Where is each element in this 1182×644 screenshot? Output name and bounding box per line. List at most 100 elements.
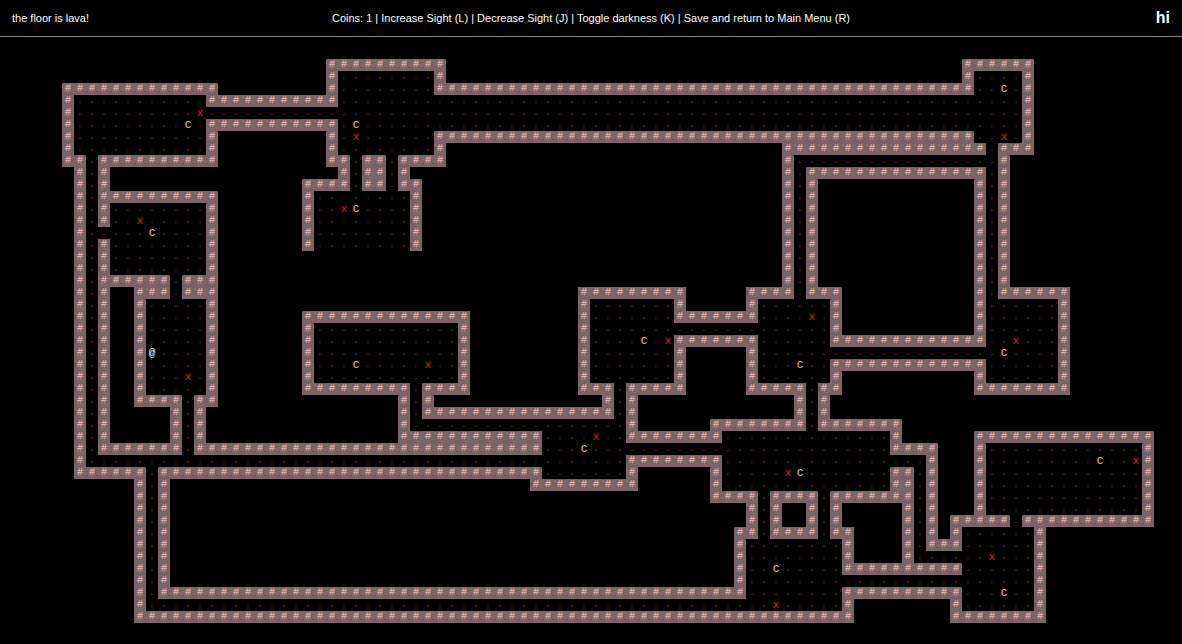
void-tile — [518, 335, 530, 347]
wall-tile: # — [158, 191, 170, 203]
floor-tile: . — [890, 107, 902, 119]
void-tile — [506, 59, 518, 71]
void-tile — [698, 275, 710, 287]
wall-tile: # — [206, 143, 218, 155]
floor-tile: . — [338, 335, 350, 347]
void-tile — [542, 179, 554, 191]
void-tile — [194, 179, 206, 191]
wall-tile: # — [974, 203, 986, 215]
wall-tile: # — [770, 83, 782, 95]
void-tile — [842, 239, 854, 251]
floor-tile: . — [374, 191, 386, 203]
void-tile — [482, 227, 494, 239]
void-tile — [674, 191, 686, 203]
wall-tile: # — [746, 335, 758, 347]
wall-tile: # — [830, 323, 842, 335]
wall-tile: # — [410, 155, 422, 167]
void-tile — [110, 299, 122, 311]
wall-tile: # — [926, 335, 938, 347]
void-tile — [182, 179, 194, 191]
wall-tile: # — [134, 275, 146, 287]
map-row: #.# #.....# #............# #....C.x#####… — [62, 335, 1182, 347]
floor-tile: . — [386, 95, 398, 107]
wall-tile: # — [938, 143, 950, 155]
wall-tile: # — [98, 299, 110, 311]
void-tile — [674, 215, 686, 227]
void-tile — [326, 287, 338, 299]
wall-tile: # — [830, 299, 842, 311]
wall-tile: # — [194, 191, 206, 203]
void-tile — [914, 191, 926, 203]
floor-tile: . — [134, 131, 146, 143]
floor-tile: . — [914, 119, 926, 131]
floor-tile: . — [206, 107, 218, 119]
floor-tile: . — [350, 215, 362, 227]
void-tile — [518, 179, 530, 191]
void-tile — [902, 239, 914, 251]
wall-tile: # — [974, 275, 986, 287]
wall-tile: # — [74, 227, 86, 239]
floor-tile: . — [326, 335, 338, 347]
void-tile — [110, 311, 122, 323]
void-tile — [686, 239, 698, 251]
wall-tile: # — [134, 323, 146, 335]
floor-tile: . — [674, 107, 686, 119]
void-tile — [62, 191, 74, 203]
wall-tile: # — [998, 167, 1010, 179]
void-tile — [662, 155, 674, 167]
void-tile — [530, 251, 542, 263]
floor-tile: . — [398, 107, 410, 119]
void-tile — [266, 131, 278, 143]
void-tile — [854, 227, 866, 239]
void-tile — [830, 239, 842, 251]
map-row: ############# #........#################… — [62, 83, 1182, 95]
void-tile — [686, 287, 698, 299]
floor-tile: . — [158, 119, 170, 131]
void-tile — [578, 263, 590, 275]
void-tile — [854, 191, 866, 203]
void-tile — [242, 203, 254, 215]
void-tile — [266, 215, 278, 227]
void-tile — [314, 71, 326, 83]
floor-tile: . — [194, 347, 206, 359]
void-tile — [806, 71, 818, 83]
void-tile — [494, 263, 506, 275]
wall-tile: # — [746, 299, 758, 311]
floor-tile: . — [662, 119, 674, 131]
wall-tile: # — [686, 83, 698, 95]
floor-tile: . — [962, 119, 974, 131]
floor-tile: . — [242, 107, 254, 119]
wall-tile: # — [590, 83, 602, 95]
void-tile — [710, 275, 722, 287]
void-tile — [314, 83, 326, 95]
void-tile — [830, 263, 842, 275]
wall-tile: # — [626, 287, 638, 299]
void-tile — [230, 71, 242, 83]
void-tile — [722, 239, 734, 251]
void-tile — [638, 263, 650, 275]
void-tile — [554, 71, 566, 83]
void-tile — [530, 287, 542, 299]
void-tile — [686, 299, 698, 311]
wall-tile: # — [590, 131, 602, 143]
void-tile — [290, 143, 302, 155]
void-tile — [494, 143, 506, 155]
void-tile — [578, 167, 590, 179]
wall-tile: # — [782, 203, 794, 215]
void-tile — [566, 203, 578, 215]
void-tile — [218, 263, 230, 275]
wall-tile: # — [1022, 71, 1034, 83]
void-tile — [506, 311, 518, 323]
wall-tile: # — [830, 287, 842, 299]
void-tile — [938, 59, 950, 71]
floor-tile: . — [374, 119, 386, 131]
void-tile — [686, 263, 698, 275]
void-tile — [398, 263, 410, 275]
floor-tile: . — [170, 95, 182, 107]
void-tile — [878, 287, 890, 299]
void-tile — [746, 71, 758, 83]
void-tile — [506, 275, 518, 287]
void-tile — [914, 287, 926, 299]
void-tile — [686, 179, 698, 191]
void-tile — [518, 311, 530, 323]
